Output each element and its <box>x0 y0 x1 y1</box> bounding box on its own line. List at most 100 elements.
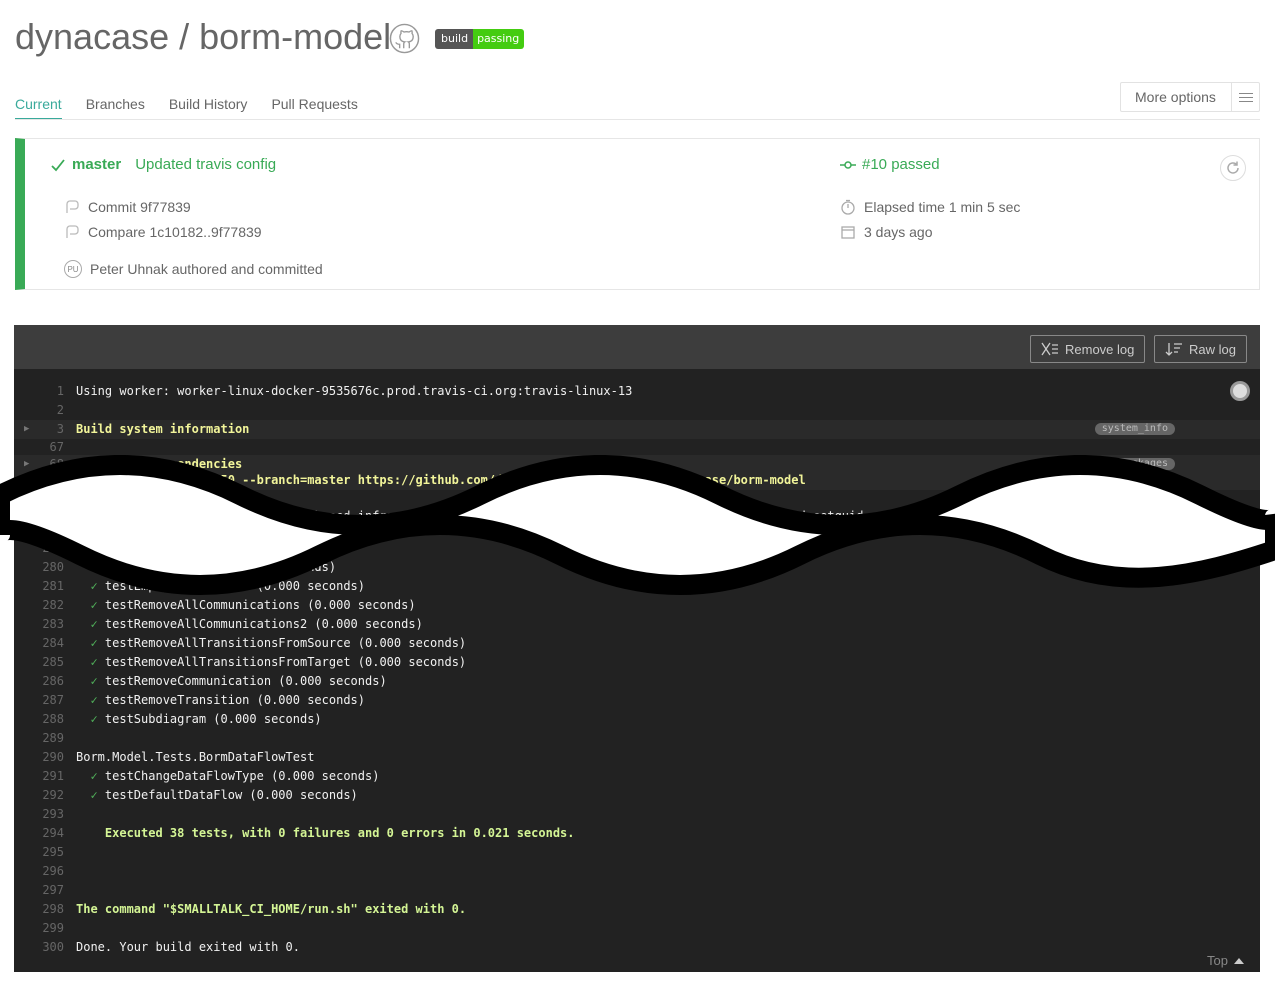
fold-name-tag: git.checkout <box>1088 474 1175 486</box>
line-number[interactable]: 297 <box>14 881 64 900</box>
log-line: 280 ✓ testEmptyDiagram (0.000 seconds) <box>14 558 1260 577</box>
line-number[interactable]: 291 <box>14 767 64 786</box>
elapsed-row: Elapsed time 1 min 5 sec <box>840 199 1020 215</box>
log-line: 286 ✓ testRemoveCommunication (0.000 sec… <box>14 672 1260 691</box>
compare-row[interactable]: Compare 1c10182..9f77839 <box>64 224 262 240</box>
test-pass-icon: ✓ <box>76 655 105 669</box>
line-number[interactable]: 69 <box>14 471 64 490</box>
log-line: 292 ✓ testDefaultDataFlow (0.000 seconds… <box>14 786 1260 805</box>
line-text: ✓ testRemoveAllTransitionsFromTarget (0.… <box>76 653 466 672</box>
line-number[interactable]: 286 <box>14 672 64 691</box>
tab-current[interactable]: Current <box>15 96 62 120</box>
line-number[interactable]: 280 <box>14 558 64 577</box>
test-pass-icon: ✓ <box>76 636 105 650</box>
line-number[interactable]: 294 <box>14 824 64 843</box>
tabs-divider <box>15 119 1260 120</box>
log-line: 287 ✓ testRemoveTransition (0.000 second… <box>14 691 1260 710</box>
log-line: 295 <box>14 843 1260 862</box>
log-line: 298 The command "$SMALLTALK_CI_HOME/run.s… <box>14 900 1260 919</box>
build-summary: master Updated travis config Commit 9f77… <box>15 138 1260 290</box>
log-line: 279 ✓ testEmptyNode (0.000 seconds) <box>14 539 1260 558</box>
line-number[interactable]: 298 <box>14 900 64 919</box>
line-number[interactable]: 290 <box>14 748 64 767</box>
line-number[interactable]: 300 <box>14 938 64 957</box>
line-number[interactable]: 289 <box>14 729 64 748</box>
remove-log-icon <box>1041 342 1058 356</box>
line-number[interactable]: 296 <box>14 862 64 881</box>
line-text: ✓ testRemoveAllCommunications (0.000 sec… <box>76 596 416 615</box>
line-number[interactable]: 279 <box>14 539 64 558</box>
log-follow-toggle[interactable] <box>1230 381 1250 401</box>
test-result-text: testRemoveAllTransitionsFromTarget (0.00… <box>104 655 467 669</box>
build-number-status[interactable]: #10 passed <box>840 156 940 173</box>
more-options-label: More options <box>1135 89 1216 105</box>
line-number[interactable]: 2 <box>14 401 64 420</box>
line-number[interactable]: 292 <box>14 786 64 805</box>
commit-link[interactable]: Commit 9f77839 <box>88 199 191 215</box>
hamburger-menu-icon[interactable] <box>1231 83 1259 111</box>
remove-log-button[interactable]: Remove log <box>1030 335 1146 363</box>
author-text: Peter Uhnak authored and committed <box>90 261 323 277</box>
tab-build-history[interactable]: Build History <box>169 96 248 120</box>
commit-icon <box>66 200 79 213</box>
test-pass-icon: ✓ <box>76 693 105 707</box>
raw-log-button[interactable]: Raw log <box>1154 335 1247 363</box>
line-number[interactable]: 293 <box>14 805 64 824</box>
scroll-top-button[interactable]: Top <box>1207 953 1244 968</box>
more-options-button[interactable]: More options <box>1120 82 1260 112</box>
test-result-text: testEmptyProcessNode (0.000 seconds) <box>104 579 365 593</box>
commit-row[interactable]: Commit 9f77839 <box>64 199 191 215</box>
line-text: ✓ testSubdiagram (0.000 seconds) <box>76 710 321 729</box>
compare-icon <box>66 225 79 238</box>
build-date: 3 days ago <box>864 224 933 240</box>
line-number[interactable]: 287 <box>14 691 64 710</box>
test-pass-icon: ✓ <box>76 579 105 593</box>
test-pass-icon: ✓ <box>76 617 105 631</box>
log-line: 291 ✓ testChangeDataFlowType (0.000 seco… <box>14 767 1260 786</box>
log-line: 288 ✓ testSubdiagram (0.000 seconds) <box>14 710 1260 729</box>
line-text: ✓ testRemoveAllCommunications2 (0.000 se… <box>76 615 422 634</box>
raw-log-icon <box>1165 343 1182 356</box>
line-number[interactable]: 299 <box>14 919 64 938</box>
line-text: ✓ testEmptyDiagram (0.000 seconds) <box>76 558 336 577</box>
branch-name[interactable]: master <box>72 156 121 173</box>
test-result-text: testEmptyNode (0.000 seconds) <box>104 541 315 555</box>
log-line[interactable]: ▶ 3 Build system information system_info <box>14 420 1260 439</box>
log-line[interactable]: ▶ 69 $ git clone --depth=50 --branch=maste… <box>14 471 1260 490</box>
raw-log-label: Raw log <box>1189 341 1236 357</box>
line-number[interactable]: 295 <box>14 843 64 862</box>
commit-message[interactable]: Updated travis config <box>135 156 276 173</box>
check-icon <box>51 158 65 171</box>
line-number[interactable]: 1 <box>14 382 64 401</box>
repo-title[interactable]: dynacase / borm-model <box>15 16 391 58</box>
restart-build-button[interactable] <box>1220 155 1246 181</box>
line-number[interactable]: 288 <box>14 710 64 729</box>
line-number[interactable]: 281 <box>14 577 64 596</box>
line-text: ✓ testRemoveAllTransitionsFromSource (0.… <box>76 634 466 653</box>
compare-link[interactable]: Compare 1c10182..9f77839 <box>88 224 262 240</box>
badge-status: passing <box>473 29 525 49</box>
test-result-text: testRemoveAllCommunications (0.000 secon… <box>104 598 416 612</box>
author-avatar: PU <box>64 260 82 278</box>
test-pass-icon: ✓ <box>76 788 105 802</box>
test-result-text: testRemoveCommunication (0.000 seconds) <box>104 674 387 688</box>
log-line: 293 <box>14 805 1260 824</box>
test-pass-icon: ✓ <box>76 769 105 783</box>
line-number[interactable]: 284 <box>14 634 64 653</box>
line-number[interactable]: 282 <box>14 596 64 615</box>
github-icon[interactable] <box>389 23 420 54</box>
date-row: 3 days ago <box>840 224 933 240</box>
line-number[interactable]: 278 <box>14 520 64 539</box>
line-number[interactable]: 3 <box>14 420 64 439</box>
build-status-text[interactable]: #10 passed <box>862 156 940 173</box>
line-number[interactable]: 285 <box>14 653 64 672</box>
tab-branches[interactable]: Branches <box>86 96 145 120</box>
badge-label: build <box>435 29 474 49</box>
log-line: 282 ✓ testRemoveAllCommunications (0.000… <box>14 596 1260 615</box>
build-status-badge[interactable]: build passing <box>435 29 525 49</box>
tab-pull-requests[interactable]: Pull Requests <box>271 96 357 120</box>
log-body: 1 Using worker: worker-linux-docker-95356… <box>14 369 1260 972</box>
line-text: $ git clone --depth=50 --branch=master h… <box>76 473 806 487</box>
line-number[interactable]: 283 <box>14 615 64 634</box>
log-line: 1 Using worker: worker-linux-docker-95356… <box>14 382 1260 401</box>
